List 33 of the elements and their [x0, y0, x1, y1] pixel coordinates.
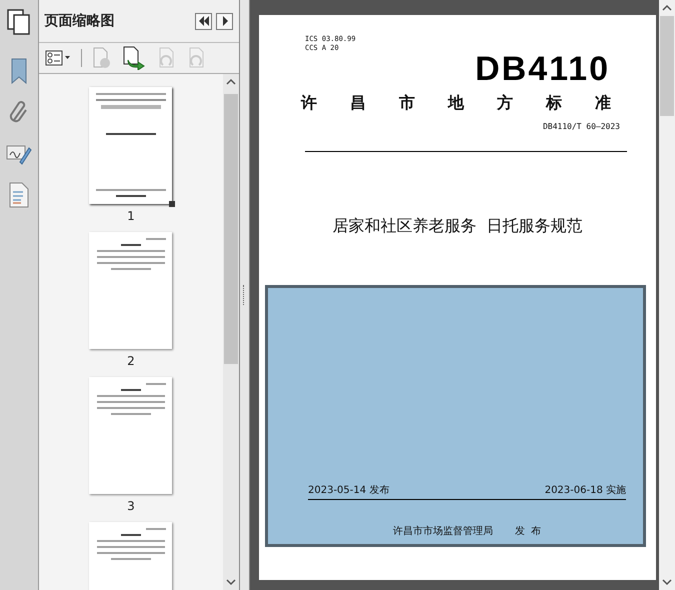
publish-date: 2023-05-14 发布: [308, 484, 390, 497]
issuer-action: 发 布: [514, 525, 542, 538]
standard-logo: DB4110: [475, 53, 610, 85]
standard-number: DB4110/T 60—2023: [542, 122, 620, 131]
issuer-name: 许昌市市场监督管理局: [392, 524, 493, 538]
scrollbar-thumb[interactable]: [660, 16, 674, 116]
panel-title: 页面缩略图: [44, 12, 116, 30]
resize-handle[interactable]: [169, 201, 176, 207]
expand-panel-button[interactable]: [216, 12, 234, 30]
document-icon[interactable]: [8, 182, 29, 208]
page-number-label: 2: [127, 354, 135, 368]
pages-icon[interactable]: [6, 8, 32, 36]
options-menu-button[interactable]: [44, 50, 71, 66]
page-number-label: 1: [127, 209, 135, 223]
list-options-icon: [44, 50, 71, 66]
page-number-label: 3: [127, 499, 135, 513]
scroll-up-icon[interactable]: [662, 4, 672, 12]
splitter-grip[interactable]: [243, 285, 246, 305]
authority-heading: 许昌市地方标准: [301, 93, 645, 114]
collapse-panel-button[interactable]: [195, 12, 212, 30]
effective-date: 2023-06-18 实施: [544, 484, 626, 497]
scrollbar-thumb[interactable]: [224, 94, 238, 364]
page-thumbnail[interactable]: [89, 377, 172, 494]
scroll-up-icon[interactable]: [226, 78, 236, 86]
page-thumbnail[interactable]: [89, 87, 172, 204]
scroll-down-icon[interactable]: [226, 578, 236, 586]
page-thumbnail[interactable]: [89, 232, 172, 349]
double-left-arrow-icon: [198, 16, 210, 26]
right-arrow-icon: [220, 16, 229, 26]
scroll-down-icon[interactable]: [662, 578, 672, 586]
insert-page-icon[interactable]: [122, 46, 146, 70]
bookmark-icon[interactable]: [10, 58, 28, 84]
document-title: 居家和社区养老服务 日托服务规范: [332, 216, 583, 237]
